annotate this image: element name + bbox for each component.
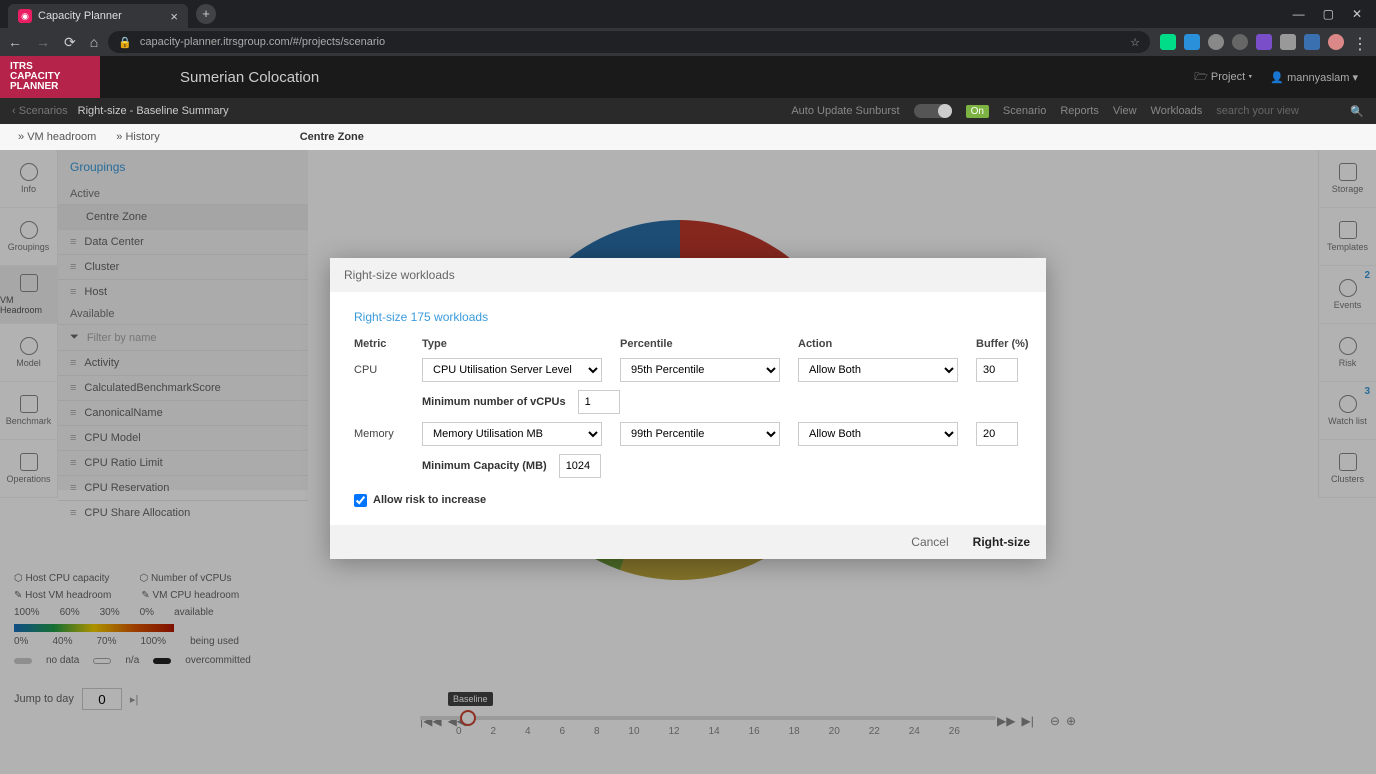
search-view-input[interactable]: search your view — [1216, 105, 1336, 117]
browser-tab-bar: ◉ Capacity Planner × + — ▢ ✕ — [0, 0, 1376, 28]
maximize-icon[interactable]: ▢ — [1323, 7, 1334, 21]
memory-buffer-input[interactable] — [976, 422, 1018, 446]
back-to-scenarios[interactable]: ‹ Scenarios — [12, 105, 68, 117]
tab-title: Capacity Planner — [38, 10, 122, 22]
modal-title: Right-size workloads — [330, 258, 1046, 292]
subcrumb-item[interactable]: » VM headroom — [18, 131, 96, 143]
sub-breadcrumb: » VM headroom » History Centre Zone — [0, 124, 1376, 150]
browser-toolbar: ← → ⟳ ⌂ 🔒 capacity-planner.itrsgroup.com… — [0, 28, 1376, 56]
col-percentile: Percentile — [620, 338, 780, 350]
memory-type-select[interactable]: Memory Utilisation MB — [422, 422, 602, 446]
memory-percentile-select[interactable]: 99th Percentile — [620, 422, 780, 446]
subcrumb-active: Centre Zone — [300, 131, 364, 143]
back-icon[interactable]: ← — [8, 34, 22, 51]
toggle-state: On — [966, 105, 989, 118]
breadcrumb: Right-size - Baseline Summary — [78, 105, 229, 117]
nav-view[interactable]: View — [1113, 105, 1137, 117]
url-text: capacity-planner.itrsgroup.com/#/project… — [140, 36, 385, 48]
nav-scenario[interactable]: Scenario — [1003, 105, 1046, 117]
forward-icon[interactable]: → — [36, 34, 50, 51]
ext-icon[interactable] — [1160, 34, 1176, 50]
url-input[interactable]: 🔒 capacity-planner.itrsgroup.com/#/proje… — [108, 31, 1150, 53]
ext-icon[interactable] — [1208, 34, 1224, 50]
col-action: Action — [798, 338, 958, 350]
modal-subtitle: Right-size 175 workloads — [354, 310, 1022, 324]
right-size-button[interactable]: Right-size — [973, 535, 1030, 549]
page-title: Sumerian Colocation — [180, 69, 319, 86]
avatar-icon[interactable] — [1328, 34, 1344, 50]
extension-icons: ⋮ — [1160, 34, 1368, 50]
col-type: Type — [422, 338, 602, 350]
scenario-toolbar: ‹ Scenarios Right-size - Baseline Summar… — [0, 98, 1376, 124]
lock-icon: 🔒 — [118, 36, 132, 49]
col-buffer: Buffer (%) — [976, 338, 1036, 350]
memory-action-select[interactable]: Allow Both — [798, 422, 958, 446]
user-menu[interactable]: 👤 mannyaslam ▾ — [1270, 71, 1358, 84]
ext-icon[interactable] — [1304, 34, 1320, 50]
col-metric: Metric — [354, 338, 404, 350]
allow-risk-checkbox[interactable] — [354, 494, 367, 507]
app-header: ITRS CAPACITY PLANNER Sumerian Colocatio… — [0, 56, 1376, 98]
right-size-modal: Right-size workloads Right-size 175 work… — [330, 258, 1046, 559]
ext-icon[interactable] — [1184, 34, 1200, 50]
cpu-percentile-select[interactable]: 95th Percentile — [620, 358, 780, 382]
window-controls: — ▢ ✕ — [1293, 7, 1368, 21]
cpu-min-input[interactable] — [578, 390, 620, 414]
subcrumb-item[interactable]: » History — [116, 131, 159, 143]
memory-min-input[interactable] — [559, 454, 601, 478]
cpu-action-select[interactable]: Allow Both — [798, 358, 958, 382]
new-tab-button[interactable]: + — [196, 4, 216, 24]
nav-workloads[interactable]: Workloads — [1151, 105, 1203, 117]
app-logo[interactable]: ITRS CAPACITY PLANNER — [0, 56, 100, 98]
cpu-type-select[interactable]: CPU Utilisation Server Level — [422, 358, 602, 382]
auto-update-toggle[interactable] — [914, 104, 952, 118]
search-icon[interactable]: 🔍 — [1350, 105, 1364, 118]
cancel-button[interactable]: Cancel — [911, 535, 948, 549]
ext-icon[interactable] — [1280, 34, 1296, 50]
row-memory-label: Memory — [354, 428, 404, 440]
ext-icon[interactable] — [1256, 34, 1272, 50]
allow-risk-label: Allow risk to increase — [373, 494, 486, 507]
minimize-icon[interactable]: — — [1293, 7, 1305, 21]
bookmark-icon[interactable]: ☆ — [1130, 36, 1140, 49]
browser-tab[interactable]: ◉ Capacity Planner × — [8, 4, 188, 28]
nav-reports[interactable]: Reports — [1060, 105, 1099, 117]
auto-update-label: Auto Update Sunburst — [791, 105, 899, 117]
ext-icon[interactable] — [1232, 34, 1248, 50]
cpu-min-label: Minimum number of vCPUs — [422, 396, 566, 408]
cpu-buffer-input[interactable] — [976, 358, 1018, 382]
close-window-icon[interactable]: ✕ — [1352, 7, 1362, 21]
memory-min-label: Minimum Capacity (MB) — [422, 460, 547, 472]
menu-icon[interactable]: ⋮ — [1352, 34, 1368, 50]
favicon-icon: ◉ — [18, 9, 32, 23]
close-icon[interactable]: × — [170, 9, 178, 24]
row-cpu-label: CPU — [354, 364, 404, 376]
home-icon[interactable]: ⌂ — [90, 34, 98, 51]
reload-icon[interactable]: ⟳ — [64, 34, 76, 51]
project-menu[interactable]: 🗁 Project ▾ — [1194, 68, 1252, 87]
